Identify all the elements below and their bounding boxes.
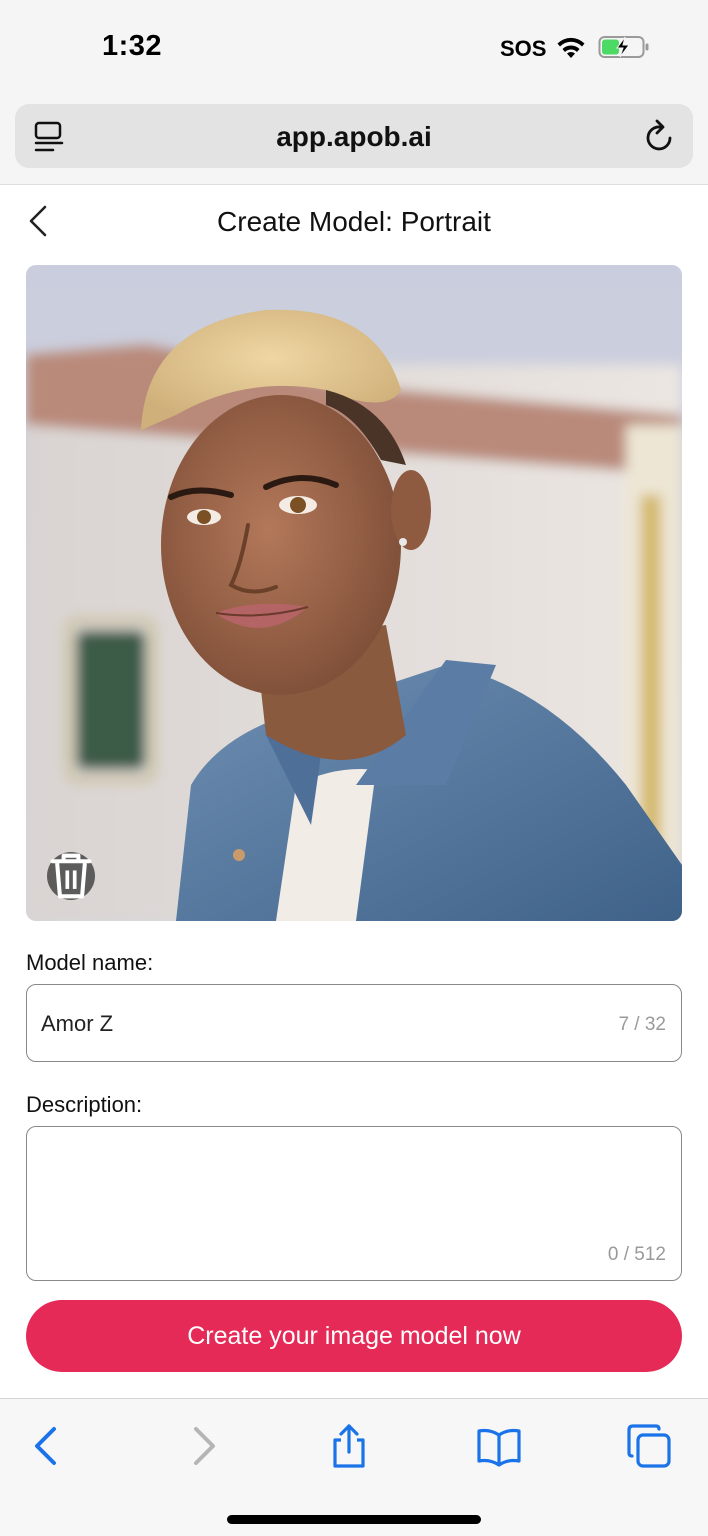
status-bar: 1:32 SOS: [0, 0, 708, 96]
share-icon[interactable]: [326, 1423, 372, 1469]
create-model-button[interactable]: Create your image model now: [26, 1300, 682, 1372]
description-counter: 0 / 512: [607, 1244, 666, 1265]
description-label: Description:: [26, 1092, 143, 1117]
forward-icon[interactable]: [180, 1423, 226, 1469]
status-time: 1:32: [102, 30, 163, 62]
battery-charging-icon: [598, 36, 649, 58]
tabs-icon[interactable]: [626, 1423, 672, 1469]
back-icon[interactable]: [24, 1423, 70, 1469]
status-carrier: SOS: [500, 36, 547, 61]
bookmarks-icon[interactable]: [476, 1423, 522, 1469]
trash-icon: [50, 853, 92, 899]
url-text[interactable]: app.apob.ai: [15, 121, 693, 153]
home-indicator: [227, 1515, 481, 1524]
page-title: Create Model: Portrait: [217, 206, 491, 237]
portrait-illustration: [26, 265, 682, 921]
browser-toolbar: [0, 1398, 708, 1536]
model-name-counter: 7 / 32: [618, 1014, 666, 1035]
reload-icon[interactable]: [643, 118, 677, 154]
description-input[interactable]: 0 / 512: [26, 1126, 682, 1281]
model-name-input[interactable]: Amor Z 7 / 32: [26, 984, 682, 1062]
model-name-label: Model name:: [26, 950, 154, 975]
browser-address-area: app.apob.ai: [0, 96, 708, 185]
model-name-value: Amor Z: [41, 1011, 114, 1036]
delete-photo-button[interactable]: [47, 852, 95, 900]
wifi-icon: [557, 37, 585, 58]
page-header: Create Model: Portrait: [0, 186, 708, 256]
portrait-photo: [26, 265, 682, 921]
address-bar[interactable]: app.apob.ai: [15, 104, 693, 168]
